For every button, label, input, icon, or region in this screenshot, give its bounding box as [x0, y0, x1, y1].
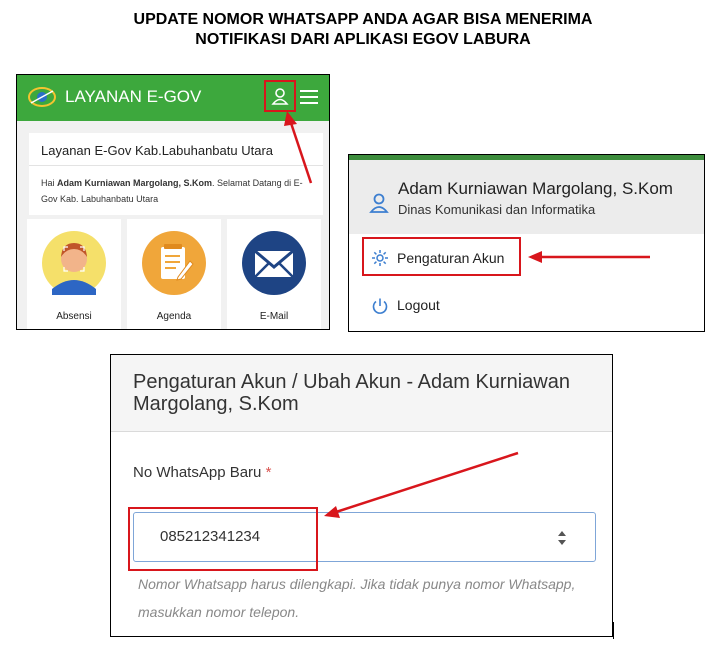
number-spinner-icon[interactable]	[557, 530, 567, 546]
app-title: LAYANAN E-GOV	[65, 87, 202, 106]
tile-absensi[interactable]: Absensi	[27, 219, 121, 329]
user-icon	[271, 88, 289, 105]
egov-logo-icon	[28, 87, 56, 107]
account-menu-screenshot: Adam Kurniawan Margolang, S.Kom Dinas Ko…	[348, 154, 705, 332]
account-settings-screenshot: Pengaturan Akun / Ubah Akun - Adam Kurni…	[110, 354, 613, 637]
account-menu-header: Adam Kurniawan Margolang, S.Kom Dinas Ko…	[349, 155, 704, 234]
divider	[29, 165, 323, 166]
required-marker: *	[265, 464, 272, 481]
form-header: Pengaturan Akun / Ubah Akun - Adam Kurni…	[111, 355, 612, 432]
welcome-card: Layanan E-Gov Kab.Labuhanbatu Utara Hai …	[29, 133, 323, 215]
menu-item-logout[interactable]: Logout	[397, 297, 440, 313]
user-account-button[interactable]	[264, 80, 296, 112]
welcome-card-title: Layanan E-Gov Kab.Labuhanbatu Utara	[41, 143, 274, 158]
tile-label: Absensi	[56, 311, 92, 322]
highlight-box	[128, 507, 318, 571]
welcome-text: Hai Adam Kurniawan Margolang, S.Kom. Sel…	[41, 178, 303, 204]
user-icon	[369, 193, 389, 213]
power-icon[interactable]	[371, 297, 389, 315]
instruction-line-1: UPDATE NOMOR WHATSAPP ANDA AGAR BISA MEN…	[133, 11, 593, 28]
app-header: LAYANAN E-GOV	[17, 75, 329, 121]
divider	[613, 622, 614, 639]
tile-agenda[interactable]: Agenda	[127, 219, 221, 329]
hamburger-menu-icon[interactable]	[300, 90, 318, 104]
form-title: Pengaturan Akun / Ubah Akun - Adam Kurni…	[133, 371, 570, 415]
notepad-icon	[142, 231, 206, 295]
greeting-user-name: Adam Kurniawan Margolang, S.Kom	[57, 178, 213, 188]
menu-item-pengaturan-akun[interactable]: Pengaturan Akun	[397, 250, 504, 266]
account-organization: Dinas Komunikasi dan Informatika	[398, 202, 596, 217]
help-text: Nomor Whatsapp harus dilengkapi. Jika ti…	[138, 576, 576, 620]
envelope-icon	[242, 231, 306, 295]
whatsapp-field-label: No WhatsApp Baru *	[133, 464, 272, 481]
face-scan-icon	[42, 231, 106, 295]
account-name: Adam Kurniawan Margolang, S.Kom	[398, 179, 673, 198]
gear-icon[interactable]	[371, 249, 389, 267]
tile-email[interactable]: E-Mail	[227, 219, 321, 329]
tile-label: E-Mail	[259, 311, 289, 322]
app-home-screenshot: LAYANAN E-GOV Layanan E-Gov Kab.Labuhanb…	[16, 74, 330, 330]
instruction-heading: UPDATE NOMOR WHATSAPP ANDA AGAR BISA MEN…	[0, 10, 726, 50]
tile-label: Agenda	[156, 311, 192, 322]
instruction-line-2: NOTIFIKASI DARI APLIKASI EGOV LABURA	[195, 31, 531, 48]
